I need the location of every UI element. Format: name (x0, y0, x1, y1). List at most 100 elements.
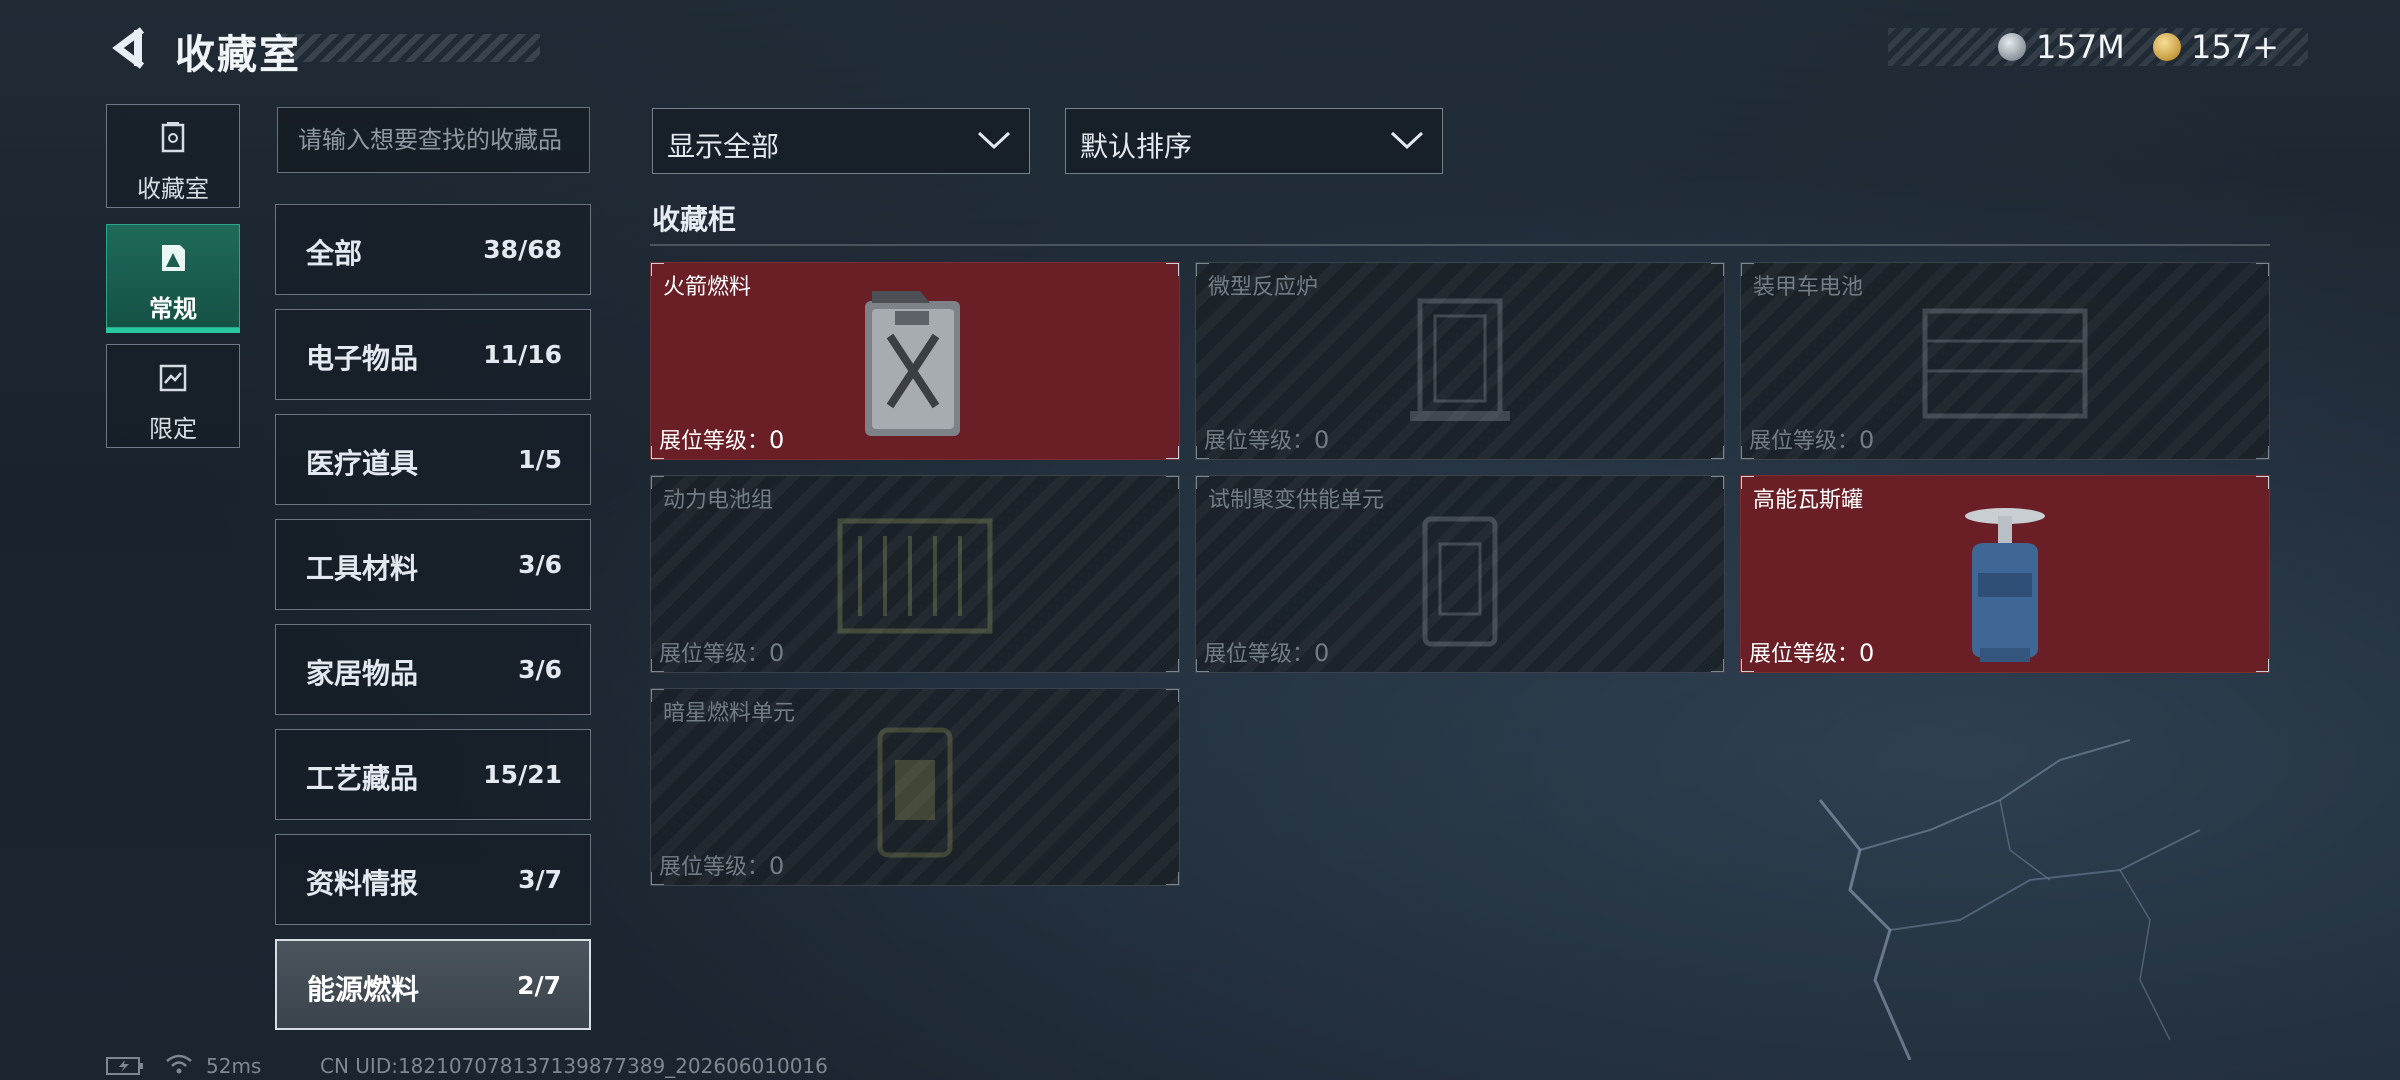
corner-mark (651, 872, 664, 885)
corner-mark (1711, 263, 1724, 276)
level-value: 0 (1859, 426, 1875, 454)
item-name: 火箭燃料 (663, 275, 752, 300)
currency-gold-value: 157+ (2191, 28, 2279, 66)
cabinet-slot[interactable]: 试制聚变供能单元 展位等级：0 (1195, 475, 1725, 673)
silver-coin-icon (1998, 33, 2026, 61)
cabinet-slot[interactable]: 动力电池组 展位等级：0 (650, 475, 1180, 673)
category-name: 医疗道具 (306, 447, 419, 480)
page-title-block: 收藏室 (160, 22, 540, 78)
category-medical[interactable]: 医疗道具 1/5 (275, 414, 591, 505)
filter-dropdown[interactable]: 显示全部 (652, 108, 1030, 174)
category-count: 15/21 (483, 760, 562, 789)
corner-mark (1741, 659, 1754, 672)
nav-vault[interactable]: 收藏室 (106, 104, 240, 208)
category-energy-fuel[interactable]: 能源燃料 2/7 (275, 939, 591, 1030)
item-level: 展位等级：0 (1204, 636, 1329, 668)
sort-dropdown-value: 默认排序 (1080, 130, 1193, 163)
currency-gold[interactable]: 157+ (2153, 28, 2279, 66)
item-name: 暗星燃料单元 (663, 701, 796, 726)
user-uid: CN UID:18210707813713987​7389_2026060100… (320, 1054, 828, 1078)
item-level: 展位等级：0 (1749, 423, 1874, 455)
corner-mark (1711, 476, 1724, 489)
fuel-canister-icon (865, 291, 960, 436)
top-bar: 收藏室 157M 157+ (0, 0, 2400, 100)
status-bar: 52ms CN UID:18210707813713987​7389_20260… (106, 1052, 1006, 1078)
corner-mark (2256, 659, 2269, 672)
back-arrow-icon[interactable] (108, 26, 148, 70)
gas-cylinder-icon (1965, 508, 2045, 662)
item-name: 高能瓦斯罐 (1753, 488, 1864, 513)
search-input[interactable] (278, 108, 589, 172)
left-nav: 收藏室 常规 限定 (106, 104, 242, 464)
level-label: 展位等级： (659, 855, 770, 880)
level-label: 展位等级： (1204, 642, 1315, 667)
category-tools[interactable]: 工具材料 3/6 (275, 519, 591, 610)
vault-icon (161, 122, 185, 153)
item-name: 装甲车电池 (1753, 275, 1864, 300)
chevron-down-icon (977, 131, 1011, 150)
level-label: 展位等级： (659, 429, 770, 454)
nav-limited[interactable]: 限定 (106, 344, 240, 448)
level-value: 0 (769, 426, 785, 454)
category-electronics[interactable]: 电子物品 11/16 (275, 309, 591, 400)
title-stripe-decoration (280, 34, 540, 62)
category-all[interactable]: 全部 38/68 (275, 204, 591, 295)
corner-mark (2256, 263, 2269, 276)
item-name: 试制聚变供能单元 (1208, 488, 1385, 513)
level-label: 展位等级： (1749, 429, 1860, 454)
item-name: 动力电池组 (663, 488, 774, 513)
search-box[interactable] (277, 107, 590, 173)
gold-coin-icon (2153, 33, 2181, 61)
category-count: 1/5 (518, 445, 562, 474)
corner-mark (1196, 446, 1209, 459)
category-name: 资料情报 (306, 867, 419, 900)
level-value: 0 (769, 852, 785, 880)
section-title: 收藏柜 (652, 203, 737, 236)
level-value: 0 (769, 639, 785, 667)
item-level: 展位等级：0 (1749, 636, 1874, 668)
corner-mark (1166, 689, 1179, 702)
cabinet-slot[interactable]: 微型反应炉 展位等级：0 (1195, 262, 1725, 460)
currency-bar: 157M 157+ (1888, 28, 2308, 66)
limited-card-icon (159, 364, 187, 392)
nav-regular[interactable]: 常规 (106, 224, 240, 333)
corner-mark (1741, 263, 1754, 276)
category-name: 电子物品 (306, 342, 419, 375)
item-level: 展位等级：0 (1204, 423, 1329, 455)
cabinet-slot[interactable]: 暗星燃料单元 展位等级：0 (650, 688, 1180, 886)
level-value: 0 (1314, 639, 1330, 667)
nav-limited-label: 限定 (149, 415, 197, 443)
item-level: 展位等级：0 (659, 423, 784, 455)
cabinet-slot[interactable]: 高能瓦斯罐 展位等级：0 (1740, 475, 2270, 673)
corner-mark (2256, 446, 2269, 459)
level-label: 展位等级： (659, 642, 770, 667)
category-count: 3/6 (518, 550, 562, 579)
cabinet-slot[interactable]: 火箭燃料 展位等级：0 (650, 262, 1180, 460)
corner-mark (651, 659, 664, 672)
darkstar-fuel-cell-icon (877, 727, 953, 858)
corner-mark (651, 689, 664, 702)
corner-mark (651, 263, 664, 276)
fusion-unit-icon (1422, 516, 1498, 647)
category-household[interactable]: 家居物品 3/6 (275, 624, 591, 715)
sort-dropdown[interactable]: 默认排序 (1065, 108, 1443, 174)
corner-mark (1741, 446, 1754, 459)
category-crafts[interactable]: 工艺藏品 15/21 (275, 729, 591, 820)
corner-mark (1196, 659, 1209, 672)
nav-regular-label: 常规 (149, 295, 197, 323)
item-level: 展位等级：0 (659, 636, 784, 668)
level-label: 展位等级： (1204, 429, 1315, 454)
corner-mark (651, 476, 664, 489)
corner-mark (1196, 263, 1209, 276)
corner-mark (1711, 659, 1724, 672)
category-intel[interactable]: 资料情报 3/7 (275, 834, 591, 925)
category-count: 11/16 (483, 340, 562, 369)
category-name: 全部 (306, 237, 363, 270)
corner-mark (1196, 476, 1209, 489)
chevron-down-icon (1390, 131, 1424, 150)
cabinet-slot[interactable]: 装甲车电池 展位等级：0 (1740, 262, 2270, 460)
level-value: 0 (1314, 426, 1330, 454)
currency-silver[interactable]: 157M (1998, 28, 2125, 66)
regular-card-icon (162, 245, 185, 271)
category-name: 工具材料 (306, 552, 419, 585)
